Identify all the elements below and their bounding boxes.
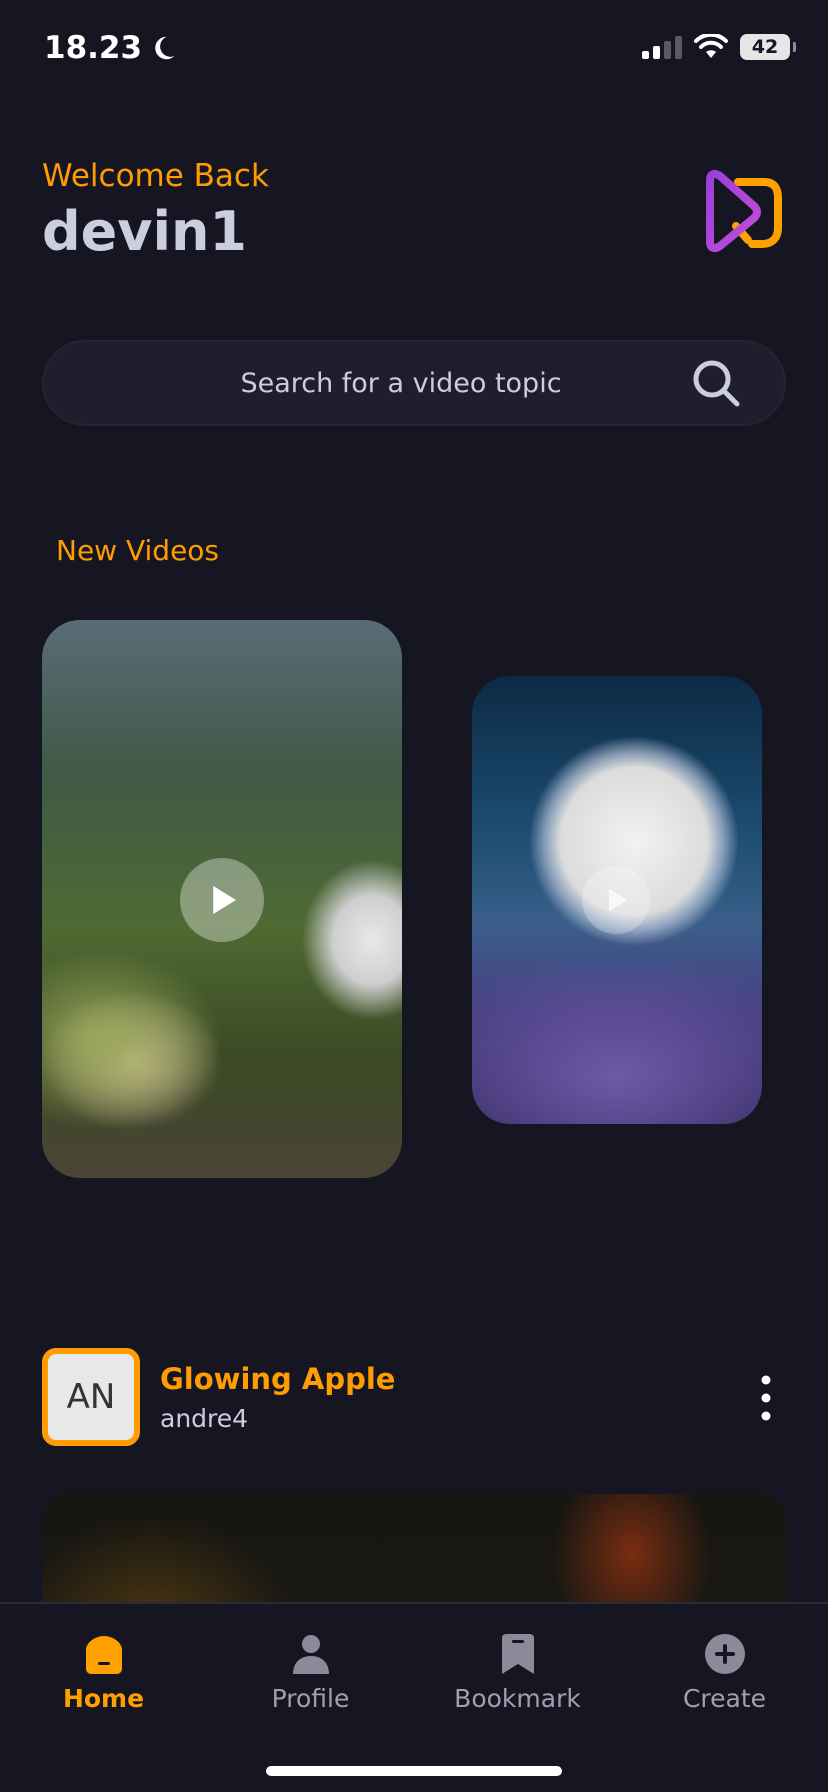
search-icon[interactable] <box>688 355 744 411</box>
home-icon <box>85 1636 122 1674</box>
new-videos-title: New Videos <box>56 534 220 567</box>
search-bar[interactable] <box>42 340 786 426</box>
status-indicators: 42 <box>642 34 796 60</box>
battery-icon: 42 <box>740 34 796 60</box>
bookmark-icon <box>501 1634 534 1674</box>
tab-home[interactable]: Home <box>0 1604 207 1792</box>
app-logo-icon <box>706 169 782 253</box>
video-card-kitten[interactable] <box>42 620 402 1178</box>
play-button[interactable] <box>180 858 264 942</box>
avatar-initials: AN <box>66 1377 116 1417</box>
post-author[interactable]: andre4 <box>160 1404 248 1433</box>
battery-level: 42 <box>751 36 779 58</box>
tab-create-label: Create <box>682 1684 767 1713</box>
tab-bookmark-label: Bookmark <box>454 1684 581 1713</box>
status-time-text: 18.23 <box>44 30 143 66</box>
moon-icon <box>155 36 175 60</box>
tab-bookmark[interactable]: Bookmark <box>414 1604 621 1792</box>
tab-create[interactable]: Create <box>621 1604 828 1792</box>
play-button[interactable] <box>582 866 650 934</box>
video-card-moon[interactable] <box>472 676 762 1124</box>
profile-icon <box>292 1635 329 1674</box>
home-indicator[interactable] <box>266 1766 562 1776</box>
post-title[interactable]: Glowing Apple <box>160 1362 395 1396</box>
status-time: 18.23 <box>44 30 178 66</box>
tab-profile-label: Profile <box>271 1684 350 1713</box>
search-input[interactable] <box>44 367 688 399</box>
play-icon <box>213 886 236 914</box>
wifi-icon <box>694 34 728 58</box>
tab-home-label: Home <box>62 1684 145 1713</box>
cellular-signal-icon <box>642 35 682 59</box>
avatar[interactable]: AN <box>42 1348 140 1446</box>
bottom-tab-bar: Home Profile Bookmark Create <box>0 1602 828 1792</box>
username: devin1 <box>42 200 248 263</box>
play-icon <box>608 888 628 912</box>
status-bar: 18.23 42 <box>0 0 828 100</box>
welcome-text: Welcome Back <box>42 158 269 194</box>
plus-circle-icon <box>704 1634 745 1674</box>
tab-profile[interactable]: Profile <box>207 1604 414 1792</box>
more-options-icon[interactable] <box>758 1374 774 1422</box>
